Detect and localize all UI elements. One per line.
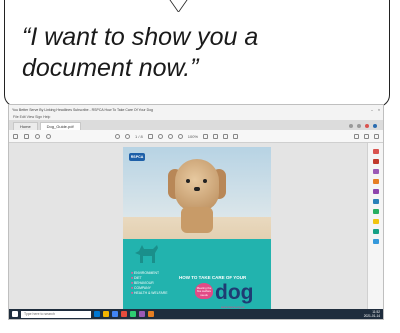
document-canvas[interactable]: RSPCA ENVIRONMENT DIET BEHAVIOUR COMPANY… <box>9 143 367 313</box>
speech-quote: “I want to show you a document now.” <box>22 22 372 84</box>
chrome-icon[interactable] <box>112 311 118 317</box>
heart-badge-text: Meeting the five welfare needs <box>196 286 212 297</box>
more-tools-icon[interactable] <box>372 239 379 244</box>
feature-item: HEALTH & WELFARE <box>131 291 167 296</box>
edge-icon[interactable] <box>94 311 100 317</box>
create-pdf-icon[interactable] <box>372 159 379 164</box>
notifications-icon[interactable] <box>357 124 361 128</box>
dog-photo <box>175 159 219 211</box>
feature-list: ENVIRONMENT DIET BEHAVIOUR COMPANY HEALT… <box>131 271 167 296</box>
combine-files-icon[interactable] <box>372 189 379 194</box>
heart-badge: Meeting the five welfare needs <box>195 283 213 299</box>
help-icon[interactable] <box>349 124 353 128</box>
organize-pages-icon[interactable] <box>372 199 379 204</box>
dog-eye-right <box>203 179 207 183</box>
alert-icon[interactable] <box>365 124 369 128</box>
rspca-logo: RSPCA <box>129 153 145 161</box>
avatar[interactable] <box>373 124 377 128</box>
tab-bar: Home Dog_Guide.pdf <box>9 120 383 130</box>
quote-line-1: “I want to show you a <box>22 23 259 51</box>
highlight-icon[interactable] <box>223 133 229 139</box>
dog-eye-left <box>186 179 190 183</box>
document-page: RSPCA ENVIRONMENT DIET BEHAVIOUR COMPANY… <box>123 147 271 313</box>
export-pdf-icon[interactable] <box>372 149 379 154</box>
teams-icon[interactable] <box>139 311 145 317</box>
toolbar: 1 / 8 100% <box>9 130 383 143</box>
hand-icon[interactable] <box>157 133 163 139</box>
scan-ocr-icon[interactable] <box>372 219 379 224</box>
pdf-viewer-window: You Better Serve By Linking Headlines Su… <box>8 104 384 320</box>
acrobat-icon[interactable] <box>121 311 127 317</box>
document-big-word: dog <box>215 281 254 304</box>
upload-icon[interactable] <box>24 133 29 139</box>
tools-side-panel <box>367 143 383 309</box>
cursor-icon[interactable] <box>147 133 153 139</box>
taskbar-clock: 11:52 2021-01-14 <box>364 310 380 318</box>
search-icon[interactable] <box>46 133 51 139</box>
file-explorer-icon[interactable] <box>103 311 109 317</box>
prev-page-icon[interactable] <box>115 133 120 139</box>
windows-taskbar: Type here to search 11:52 2021-01-14 <box>9 309 383 319</box>
read-aloud-icon[interactable] <box>374 133 379 139</box>
app-icon[interactable] <box>130 311 136 317</box>
email-icon[interactable] <box>364 133 369 139</box>
sign-icon[interactable] <box>233 133 239 139</box>
clock-date: 2021-01-14 <box>363 314 380 318</box>
title-bar: You Better Serve By Linking Headlines Su… <box>9 105 383 114</box>
dog-nose <box>194 187 200 191</box>
start-icon[interactable] <box>12 311 18 317</box>
zoom-in-icon[interactable] <box>177 133 183 139</box>
dog-legs <box>181 207 213 233</box>
quote-line-2: document now.” <box>22 54 199 82</box>
page-indicator[interactable]: 1 / 8 <box>135 134 143 139</box>
protect-icon[interactable] <box>372 229 379 234</box>
zoom-out-icon[interactable] <box>167 133 173 139</box>
window-title: You Better Serve By Linking Headlines Su… <box>12 107 153 112</box>
fit-page-icon[interactable] <box>203 133 209 139</box>
fill-sign-icon[interactable] <box>372 209 379 214</box>
bubble-tail-right <box>178 0 229 12</box>
minimize-icon[interactable]: – <box>371 108 373 112</box>
dog-silhouette-icon <box>135 245 158 263</box>
share-icon[interactable] <box>354 133 359 139</box>
edit-pdf-icon[interactable] <box>372 169 379 174</box>
zoom-level[interactable]: 100% <box>188 134 198 139</box>
tab-home[interactable]: Home <box>13 122 38 130</box>
print-icon[interactable] <box>35 133 40 139</box>
taskbar-search-input[interactable]: Type here to search <box>21 310 91 318</box>
comment-icon[interactable] <box>213 133 219 139</box>
powerpoint-icon[interactable] <box>148 311 154 317</box>
bookmark-icon[interactable] <box>13 133 18 139</box>
document-headline: HOW TO TAKE CARE OF YOUR <box>179 275 247 280</box>
tab-document[interactable]: Dog_Guide.pdf <box>39 122 81 130</box>
next-page-icon[interactable] <box>125 133 130 139</box>
window-controls: – × <box>371 108 380 112</box>
comment-tool-icon[interactable] <box>372 179 379 184</box>
close-icon[interactable]: × <box>378 108 380 112</box>
bubble-tail-left <box>128 0 179 12</box>
